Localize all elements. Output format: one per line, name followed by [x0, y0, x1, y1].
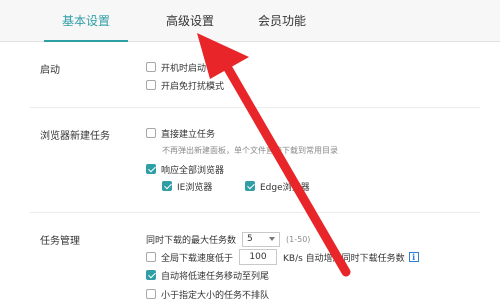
direct-create-task-label: 直接建立任务: [161, 129, 216, 140]
section-title-browser-new-task: 浏览器新建任务: [40, 131, 110, 142]
max-downloads-row: 同时下载的最大任务数 5 (1-50): [146, 231, 311, 247]
direct-create-task-checkbox[interactable]: [146, 128, 156, 138]
active-tab-indicator: [44, 40, 128, 42]
respond-all-browsers-option[interactable]: 响应全部浏览器: [146, 162, 224, 176]
tab-basic-settings[interactable]: 基本设置: [44, 0, 128, 42]
startup-on-boot-option[interactable]: 开机时启动: [146, 60, 206, 74]
edge-browser-label: Edge浏览器: [260, 182, 310, 193]
low-speed-label: 全局下载速度低于: [161, 253, 234, 264]
direct-create-task-hint: 不再弹出新建面板，单个文件直接下载到常用目录: [162, 145, 338, 155]
startup-on-boot-label: 开机时启动: [161, 63, 207, 74]
ie-browser-checkbox[interactable]: [162, 181, 172, 191]
ie-browser-label: IE浏览器: [177, 182, 213, 193]
move-low-speed-label: 自动将低速任务移动至列尾: [161, 271, 270, 282]
edge-browser-checkbox[interactable]: [245, 181, 255, 191]
no-queue-small-option[interactable]: 小于指定大小的任务不排队: [146, 287, 269, 301]
section-divider: [30, 212, 480, 213]
settings-tab-bar: 基本设置 高级设置 会员功能: [0, 0, 500, 42]
low-speed-suffix: KB/s 自动增加同时下载任务数: [283, 253, 405, 264]
max-downloads-select[interactable]: 5: [242, 231, 281, 247]
do-not-disturb-checkbox[interactable]: [146, 80, 156, 90]
no-queue-small-label: 小于指定大小的任务不排队: [161, 290, 270, 301]
startup-on-boot-checkbox[interactable]: [146, 62, 156, 72]
do-not-disturb-label: 开启免打扰模式: [161, 81, 225, 92]
section-title-startup: 启动: [40, 65, 60, 76]
max-downloads-value: 5: [247, 234, 253, 244]
move-low-speed-option[interactable]: 自动将低速任务移动至列尾: [146, 268, 269, 282]
low-speed-checkbox[interactable]: [146, 252, 156, 262]
low-speed-option: 全局下载速度低于 100 KB/s 自动增加同时下载任务数 i: [146, 249, 419, 265]
respond-all-browsers-label: 响应全部浏览器: [161, 165, 225, 176]
tab-member-features[interactable]: 会员功能: [240, 0, 324, 42]
low-speed-threshold-input[interactable]: 100: [239, 249, 278, 265]
tab-advanced-settings[interactable]: 高级设置: [148, 0, 232, 42]
section-divider: [30, 107, 480, 108]
ie-browser-option[interactable]: IE浏览器: [162, 179, 212, 193]
max-downloads-label: 同时下载的最大任务数: [146, 235, 237, 246]
no-queue-small-checkbox[interactable]: [146, 289, 156, 299]
chevron-down-icon: [269, 237, 276, 241]
info-icon[interactable]: i: [408, 252, 419, 262]
move-low-speed-checkbox[interactable]: [146, 270, 156, 280]
do-not-disturb-option[interactable]: 开启免打扰模式: [146, 78, 224, 92]
section-title-task-management: 任务管理: [40, 236, 80, 247]
edge-browser-option[interactable]: Edge浏览器: [245, 179, 310, 193]
direct-create-task-option[interactable]: 直接建立任务: [146, 126, 215, 140]
max-downloads-range: (1-50): [286, 234, 311, 244]
respond-all-browsers-checkbox[interactable]: [146, 164, 156, 174]
